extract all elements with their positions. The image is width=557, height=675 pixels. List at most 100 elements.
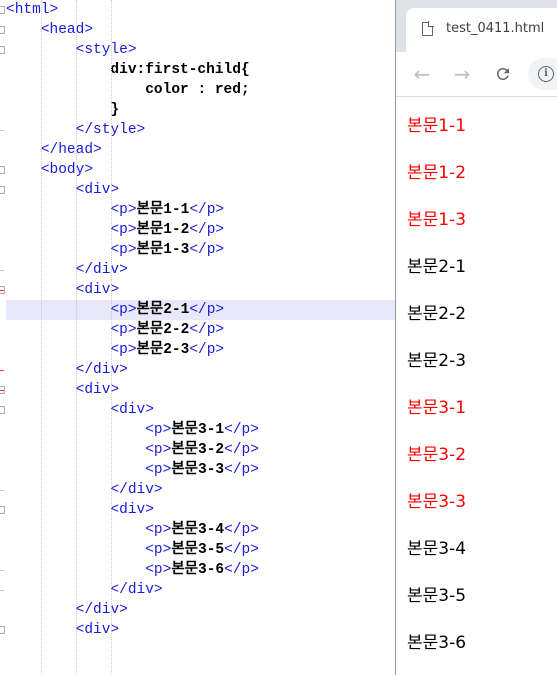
html-tag-token: <p> bbox=[110, 342, 137, 358]
fold-toggle-icon[interactable] bbox=[0, 46, 5, 54]
code-line[interactable]: <p>본문2-3</p> bbox=[6, 340, 396, 360]
code-line[interactable]: <p>본문1-2</p> bbox=[6, 220, 396, 240]
browser-tab[interactable]: test_0411.html bbox=[406, 8, 557, 52]
code-line[interactable]: <p>본문3-5</p> bbox=[6, 540, 396, 560]
forward-button[interactable]: → bbox=[450, 62, 474, 86]
html-tag-token: </div> bbox=[75, 602, 128, 618]
paragraph: 본문3-4 bbox=[407, 539, 467, 559]
code-line[interactable]: <p>본문1-3</p> bbox=[6, 240, 396, 260]
editor-gutter bbox=[0, 0, 5, 675]
text-token: 본문2-1 bbox=[136, 302, 190, 318]
code-line[interactable]: <body> bbox=[6, 160, 396, 180]
address-bar[interactable]: i bbox=[528, 58, 557, 90]
code-line[interactable]: <div> bbox=[6, 400, 396, 420]
html-tag-token: <div> bbox=[110, 402, 154, 418]
code-line[interactable]: <p>본문3-4</p> bbox=[6, 520, 396, 540]
fold-toggle-icon[interactable] bbox=[0, 26, 5, 34]
html-tag-token: </div> bbox=[75, 362, 128, 378]
gutter-marker bbox=[0, 390, 4, 391]
code-line[interactable]: </div> bbox=[6, 480, 396, 500]
code-line[interactable] bbox=[6, 640, 396, 660]
reload-button[interactable] bbox=[491, 62, 515, 86]
code-line[interactable]: <p>본문2-2</p> bbox=[6, 320, 396, 340]
html-tag-token: </p> bbox=[189, 302, 225, 318]
text-token: 본문3-1 bbox=[171, 422, 225, 438]
code-line[interactable]: </div> bbox=[6, 360, 396, 380]
html-tag-token: </p> bbox=[224, 522, 259, 538]
text-token: 본문2-2 bbox=[136, 322, 190, 338]
code-line[interactable]: </div> bbox=[6, 260, 396, 280]
html-tag-token: <style> bbox=[75, 42, 137, 58]
html-tag-token: <head> bbox=[40, 22, 94, 38]
text-token: 본문1-3 bbox=[136, 242, 190, 258]
code-line[interactable]: <div> bbox=[6, 380, 396, 400]
tab-bar: test_0411.html bbox=[396, 0, 557, 52]
indent-guide bbox=[110, 0, 112, 675]
paragraph: 본문3-6 bbox=[407, 633, 467, 653]
code-line[interactable]: <p>본문3-6</p> bbox=[6, 560, 396, 580]
css-token: color : red; bbox=[145, 82, 250, 98]
code-line[interactable]: <div> bbox=[6, 500, 396, 520]
text-token: 본문1-2 bbox=[136, 222, 190, 238]
code-line[interactable]: <p>본문2-1</p> bbox=[6, 300, 396, 320]
code-line[interactable]: </div> bbox=[6, 600, 396, 620]
code-line[interactable]: </style> bbox=[6, 120, 396, 140]
code-editor[interactable]: <html> <head> <style> div:first-child{ c… bbox=[0, 0, 396, 675]
code-line[interactable]: <p>본문1-1</p> bbox=[6, 200, 396, 220]
code-line[interactable]: <div> bbox=[6, 180, 396, 200]
fold-toggle-icon[interactable] bbox=[0, 626, 5, 634]
html-tag-token: <p> bbox=[145, 442, 172, 458]
fold-toggle-icon[interactable] bbox=[0, 166, 5, 174]
html-tag-token: </p> bbox=[189, 342, 225, 358]
html-tag-token: <p> bbox=[145, 562, 172, 578]
text-token: 본문3-2 bbox=[171, 442, 225, 458]
code-line[interactable]: </head> bbox=[6, 140, 396, 160]
code-line[interactable]: <head> bbox=[6, 20, 396, 40]
html-tag-token: </p> bbox=[224, 542, 259, 558]
code-line[interactable]: <p>본문3-2</p> bbox=[6, 440, 396, 460]
html-tag-token: </div> bbox=[75, 262, 128, 278]
code-line[interactable]: } bbox=[6, 100, 396, 120]
code-line[interactable]: <p>본문3-1</p> bbox=[6, 420, 396, 440]
code-line[interactable]: div:first-child{ bbox=[6, 60, 396, 80]
back-button[interactable]: ← bbox=[410, 62, 434, 86]
code-line[interactable]: <html> bbox=[6, 0, 396, 20]
code-line[interactable]: <div> bbox=[6, 280, 396, 300]
fold-toggle-icon[interactable] bbox=[0, 506, 5, 514]
html-tag-token: </p> bbox=[189, 322, 225, 338]
browser-toolbar: ← → i bbox=[396, 52, 557, 97]
code-line[interactable]: <div> bbox=[6, 620, 396, 640]
html-tag-token: <p> bbox=[110, 202, 137, 218]
fold-toggle-icon[interactable] bbox=[0, 406, 5, 414]
fold-toggle-icon[interactable] bbox=[0, 186, 5, 194]
gutter-marker bbox=[0, 590, 4, 591]
code-line[interactable]: color : red; bbox=[6, 80, 396, 100]
gutter-marker bbox=[0, 270, 4, 271]
forward-arrow-icon: → bbox=[453, 62, 471, 86]
paragraph: 본문1-2 bbox=[407, 163, 467, 183]
code-line[interactable]: <p>본문3-3</p> bbox=[6, 460, 396, 480]
fold-toggle-icon[interactable] bbox=[0, 6, 5, 14]
code-line[interactable]: <style> bbox=[6, 40, 396, 60]
text-token: 본문3-6 bbox=[171, 562, 225, 578]
code-line[interactable] bbox=[6, 660, 396, 675]
paragraph: 본문1-3 bbox=[407, 210, 467, 230]
code-line[interactable]: </div> bbox=[6, 580, 396, 600]
html-tag-token: <div> bbox=[75, 622, 120, 638]
gutter-marker bbox=[0, 130, 4, 131]
paragraph: 본문3-3 bbox=[407, 492, 467, 512]
reload-icon bbox=[497, 68, 509, 80]
gutter-marker bbox=[0, 290, 4, 291]
paragraph: 본문2-1 bbox=[407, 257, 467, 277]
paragraph: 본문3-5 bbox=[407, 586, 467, 606]
info-icon[interactable]: i bbox=[538, 66, 554, 82]
text-token: 본문1-1 bbox=[136, 202, 190, 218]
code-lines[interactable]: <html> <head> <style> div:first-child{ c… bbox=[6, 0, 396, 675]
